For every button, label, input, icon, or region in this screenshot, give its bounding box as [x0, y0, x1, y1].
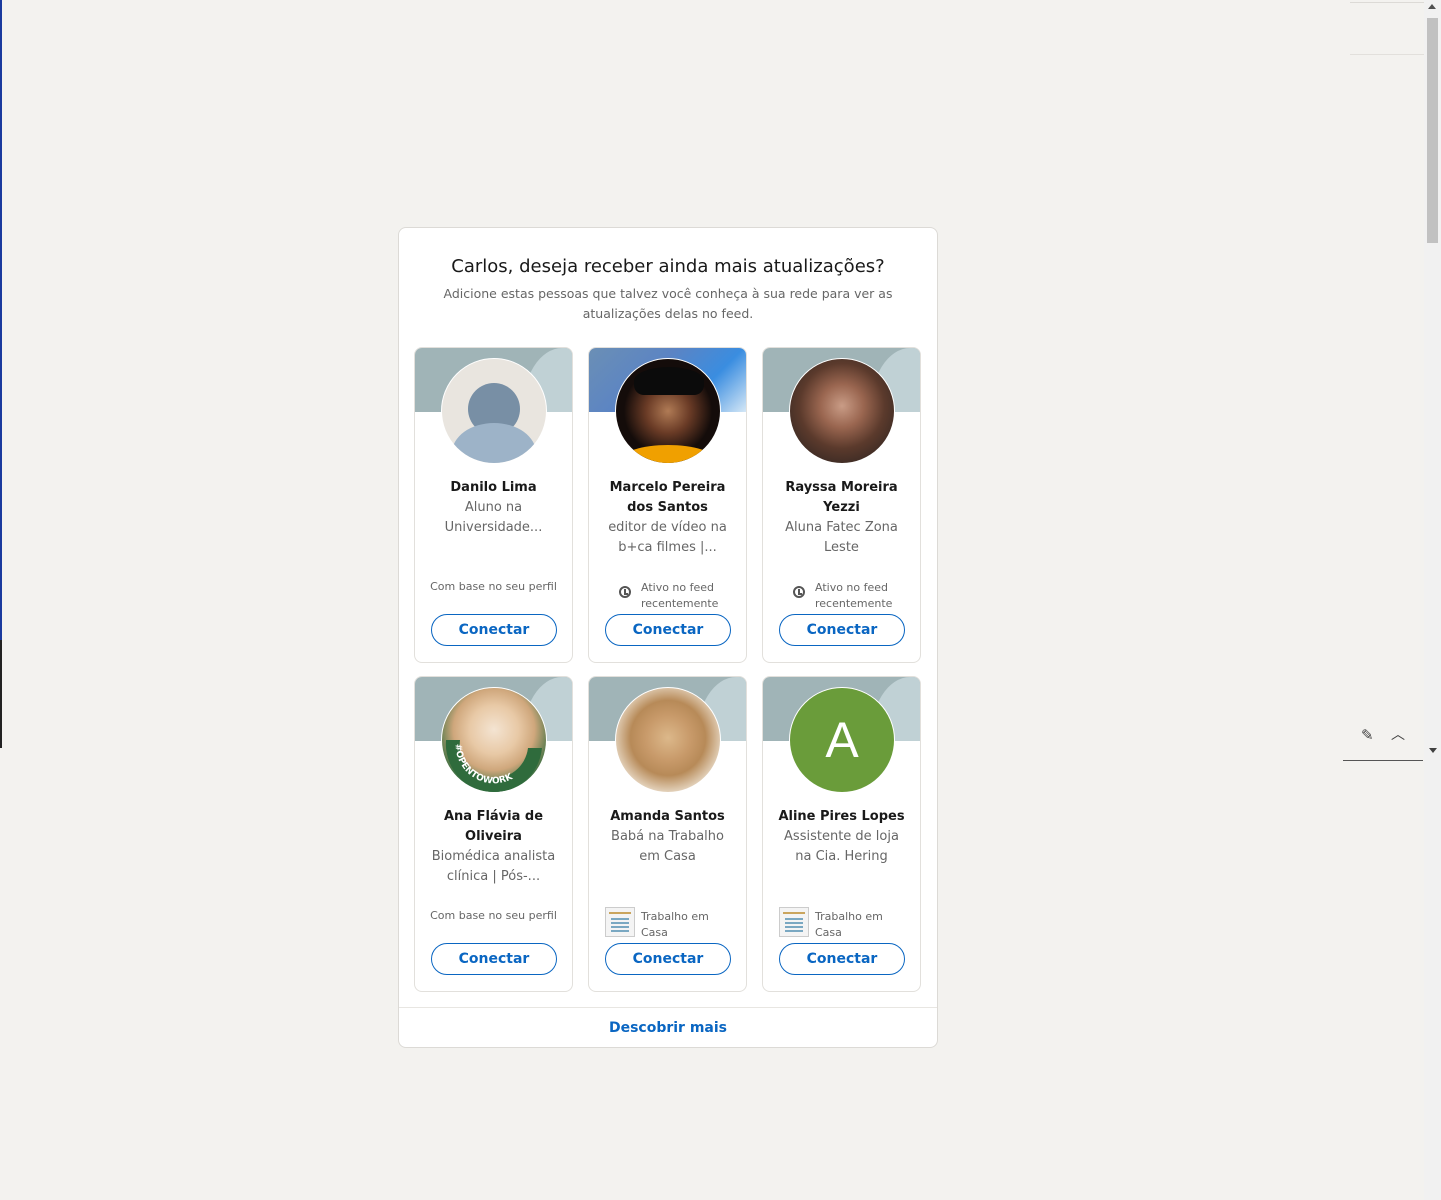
company-logo: [605, 907, 635, 937]
person-headline: Babá na Trabalho em Casa: [611, 829, 724, 864]
compose-icon[interactable]: ✎: [1361, 726, 1374, 744]
person-card[interactable]: Rayssa Moreira Yezzi Aluna Fatec Zona Le…: [762, 347, 921, 663]
right-rail-divider: [1350, 2, 1424, 3]
person-name[interactable]: Ana Flávia de Oliveira: [421, 807, 566, 847]
person-headline: Aluna Fatec Zona Leste: [785, 520, 898, 555]
pymk-panel: Carlos, deseja receber ainda mais atuali…: [398, 227, 938, 1048]
person-card[interactable]: Amanda Santos Babá na Trabalho em Casa T…: [588, 676, 747, 992]
connect-button[interactable]: Conectar: [779, 943, 905, 975]
insight: Ativo no feed recentemente: [769, 580, 914, 612]
person-headline: Aluno na Universidade...: [444, 500, 543, 535]
person-card[interactable]: Marcelo Pereira dos Santos editor de víd…: [588, 347, 747, 663]
avatar[interactable]: [441, 358, 547, 464]
avatar[interactable]: [615, 358, 721, 464]
window-left-edge: [0, 0, 2, 748]
person-card[interactable]: A Aline Pires Lopes Assistente de loja n…: [762, 676, 921, 992]
insight-text: Com base no seu perfil: [430, 909, 557, 922]
avatar[interactable]: A: [789, 687, 895, 793]
person-headline: editor de vídeo na b+ca filmes |...: [608, 520, 727, 555]
insight: Trabalho em Casa: [595, 907, 740, 941]
avatar[interactable]: [789, 358, 895, 464]
scrollbar-thumb[interactable]: [1427, 18, 1438, 243]
panel-subtitle: Adicione estas pessoas que talvez você c…: [443, 286, 893, 321]
scroll-up-arrow-icon[interactable]: [1428, 4, 1436, 9]
connect-button[interactable]: Conectar: [605, 943, 731, 975]
company-logo: [779, 907, 809, 937]
scroll-down-arrow-icon[interactable]: [1429, 748, 1437, 753]
insight-text: Ativo no feed recentemente: [815, 581, 893, 610]
person-card[interactable]: #OPENTOWORK Ana Flávia de Oliveira Biomé…: [414, 676, 573, 992]
person-card[interactable]: Danilo Lima Aluno na Universidade... Com…: [414, 347, 573, 663]
right-rail-divider: [1350, 54, 1424, 55]
avatar[interactable]: [615, 687, 721, 793]
discover-more-button[interactable]: Descobrir mais: [399, 1008, 937, 1048]
avatar[interactable]: #OPENTOWORK: [441, 687, 547, 793]
open-to-work-badge: #OPENTOWORK: [453, 743, 516, 786]
person-name[interactable]: Amanda Santos: [595, 807, 740, 827]
person-headline: Assistente de loja na Cia. Hering: [784, 829, 899, 864]
insight: Ativo no feed recentemente: [595, 580, 740, 612]
insight-text: Trabalho em Casa: [815, 910, 883, 939]
connect-button[interactable]: Conectar: [431, 614, 557, 646]
clock-icon: [793, 586, 805, 598]
svg-text:#OPENTOWORK: #OPENTOWORK: [453, 743, 516, 786]
open-to-work-frame: #OPENTOWORK: [445, 740, 542, 792]
insight-text: Trabalho em Casa: [641, 910, 709, 939]
window-left-edge-dark: [0, 640, 2, 748]
person-headline: Biomédica analista clínica | Pós-...: [431, 849, 556, 884]
panel-title: Carlos, deseja receber ainda mais atuali…: [451, 256, 885, 277]
clock-icon: [619, 586, 631, 598]
connect-button[interactable]: Conectar: [431, 943, 557, 975]
person-name[interactable]: Marcelo Pereira dos Santos: [595, 478, 740, 518]
insight: Trabalho em Casa: [769, 907, 914, 941]
chevron-up-icon[interactable]: ︿: [1391, 724, 1405, 744]
person-name[interactable]: Rayssa Moreira Yezzi: [769, 478, 914, 518]
connect-button[interactable]: Conectar: [605, 614, 731, 646]
person-name[interactable]: Aline Pires Lopes: [769, 807, 914, 827]
insight-text: Com base no seu perfil: [430, 580, 557, 593]
connect-button[interactable]: Conectar: [779, 614, 905, 646]
person-name[interactable]: Danilo Lima: [421, 478, 566, 498]
messaging-bar[interactable]: ✎ ︿: [1343, 710, 1423, 761]
insight-text: Ativo no feed recentemente: [641, 581, 719, 610]
